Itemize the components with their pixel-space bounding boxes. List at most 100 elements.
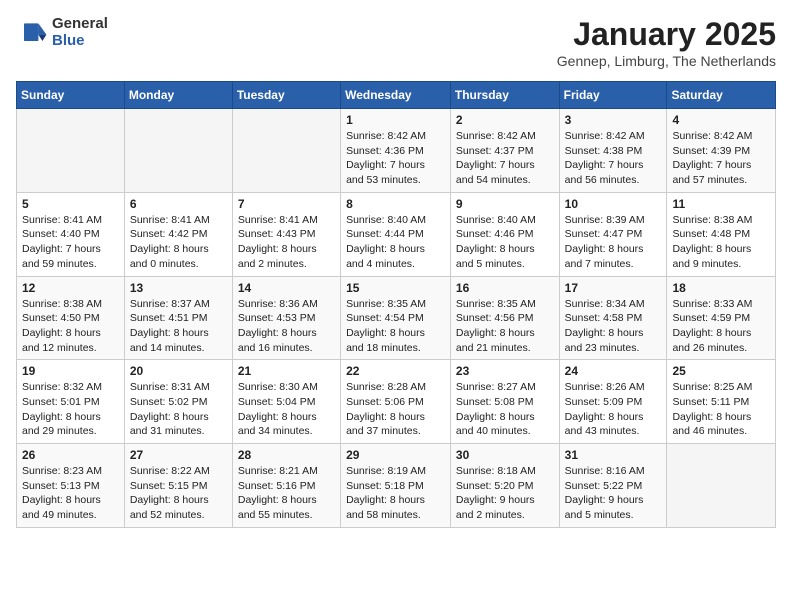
calendar-week-1: 1Sunrise: 8:42 AMSunset: 4:36 PMDaylight…: [17, 109, 776, 193]
day-info: Daylight: 8 hours and 31 minutes.: [130, 410, 227, 439]
calendar-cell: 17Sunrise: 8:34 AMSunset: 4:58 PMDayligh…: [559, 276, 667, 360]
day-info: Daylight: 8 hours and 26 minutes.: [672, 326, 770, 355]
day-info: Sunrise: 8:22 AM: [130, 464, 227, 479]
title-block: January 2025 Gennep, Limburg, The Nether…: [557, 16, 776, 69]
day-info: Sunset: 4:59 PM: [672, 311, 770, 326]
day-info: Sunset: 4:50 PM: [22, 311, 119, 326]
day-info: Sunset: 4:39 PM: [672, 144, 770, 159]
day-info: Sunrise: 8:39 AM: [565, 213, 662, 228]
day-info: Sunset: 5:08 PM: [456, 395, 554, 410]
calendar-table: SundayMondayTuesdayWednesdayThursdayFrid…: [16, 81, 776, 528]
day-info: Daylight: 8 hours and 58 minutes.: [346, 493, 445, 522]
calendar-cell: 28Sunrise: 8:21 AMSunset: 5:16 PMDayligh…: [232, 444, 340, 528]
day-info: Daylight: 8 hours and 0 minutes.: [130, 242, 227, 271]
day-info: Sunrise: 8:38 AM: [672, 213, 770, 228]
day-info: Sunset: 5:20 PM: [456, 479, 554, 494]
day-info: Daylight: 8 hours and 23 minutes.: [565, 326, 662, 355]
day-info: Sunrise: 8:42 AM: [456, 129, 554, 144]
day-info: Sunrise: 8:42 AM: [565, 129, 662, 144]
day-info: Sunrise: 8:19 AM: [346, 464, 445, 479]
calendar-cell: 5Sunrise: 8:41 AMSunset: 4:40 PMDaylight…: [17, 192, 125, 276]
day-number: 24: [565, 364, 662, 378]
day-number: 27: [130, 448, 227, 462]
day-number: 11: [672, 197, 770, 211]
day-info: Daylight: 8 hours and 18 minutes.: [346, 326, 445, 355]
day-info: Sunset: 5:13 PM: [22, 479, 119, 494]
day-info: Sunset: 4:47 PM: [565, 227, 662, 242]
day-header-sunday: Sunday: [17, 82, 125, 109]
day-number: 17: [565, 281, 662, 295]
day-info: Sunrise: 8:41 AM: [130, 213, 227, 228]
day-info: Sunset: 4:43 PM: [238, 227, 335, 242]
day-info: Sunrise: 8:41 AM: [22, 213, 119, 228]
calendar-cell: 1Sunrise: 8:42 AMSunset: 4:36 PMDaylight…: [341, 109, 451, 193]
day-info: Daylight: 7 hours and 53 minutes.: [346, 158, 445, 187]
calendar-cell: 25Sunrise: 8:25 AMSunset: 5:11 PMDayligh…: [667, 360, 776, 444]
calendar-cell: 2Sunrise: 8:42 AMSunset: 4:37 PMDaylight…: [450, 109, 559, 193]
day-info: Daylight: 8 hours and 7 minutes.: [565, 242, 662, 271]
day-info: Daylight: 8 hours and 14 minutes.: [130, 326, 227, 355]
day-info: Sunset: 5:01 PM: [22, 395, 119, 410]
calendar-week-4: 19 Sunrise: 8:32 AMSunset: 5:01 PM Dayligh…: [17, 360, 776, 444]
day-number: 8: [346, 197, 445, 211]
day-header-friday: Friday: [559, 82, 667, 109]
calendar-cell: 24Sunrise: 8:26 AMSunset: 5:09 PMDayligh…: [559, 360, 667, 444]
logo: General Blue: [16, 16, 108, 49]
calendar-week-5: 26Sunrise: 8:23 AMSunset: 5:13 PMDayligh…: [17, 444, 776, 528]
page-header: General Blue January 2025 Gennep, Limbur…: [16, 16, 776, 69]
day-number: 5: [22, 197, 119, 211]
calendar-week-3: 12Sunrise: 8:38 AMSunset: 4:50 PMDayligh…: [17, 276, 776, 360]
day-info: Sunset: 4:53 PM: [238, 311, 335, 326]
day-info: Sunrise: 8:36 AM: [238, 297, 335, 312]
month-title: January 2025: [557, 16, 776, 53]
day-number: 31: [565, 448, 662, 462]
calendar-cell: 18Sunrise: 8:33 AMSunset: 4:59 PMDayligh…: [667, 276, 776, 360]
day-info: Sunset: 5:16 PM: [238, 479, 335, 494]
day-info: Daylight: 8 hours and 52 minutes.: [130, 493, 227, 522]
day-info: Sunset: 5:02 PM: [130, 395, 227, 410]
day-header-tuesday: Tuesday: [232, 82, 340, 109]
day-info: Sunrise: 8:31 AM: [130, 380, 227, 395]
day-info: Sunrise: 8:30 AM: [238, 380, 335, 395]
day-info: Sunset: 4:37 PM: [456, 144, 554, 159]
calendar-cell: 26Sunrise: 8:23 AMSunset: 5:13 PMDayligh…: [17, 444, 125, 528]
logo-text: General Blue: [52, 16, 108, 49]
day-number: 19: [22, 364, 119, 378]
day-info: Daylight: 8 hours and 43 minutes.: [565, 410, 662, 439]
day-info: Daylight: 8 hours and 9 minutes.: [672, 242, 770, 271]
calendar-cell: 9Sunrise: 8:40 AMSunset: 4:46 PMDaylight…: [450, 192, 559, 276]
day-info: Sunset: 4:42 PM: [130, 227, 227, 242]
day-header-monday: Monday: [124, 82, 232, 109]
day-info: Sunset: 4:46 PM: [456, 227, 554, 242]
day-info: Sunrise: 8:34 AM: [565, 297, 662, 312]
day-info: Sunrise: 8:35 AM: [346, 297, 445, 312]
day-number: 20: [130, 364, 227, 378]
day-info: Daylight: 8 hours and 55 minutes.: [238, 493, 335, 522]
day-number: 9: [456, 197, 554, 211]
day-info: Sunset: 4:38 PM: [565, 144, 662, 159]
day-header-saturday: Saturday: [667, 82, 776, 109]
day-info: Daylight: 8 hours and 34 minutes.: [238, 410, 335, 439]
day-info: Daylight: 8 hours and 49 minutes.: [22, 493, 119, 522]
calendar-cell: [17, 109, 125, 193]
day-info: Sunset: 5:06 PM: [346, 395, 445, 410]
day-info: Sunrise: 8:40 AM: [346, 213, 445, 228]
day-number: 7: [238, 197, 335, 211]
day-info: Sunrise: 8:32 AM: [22, 380, 119, 395]
day-info: Daylight: 8 hours and 40 minutes.: [456, 410, 554, 439]
day-info: Sunset: 5:15 PM: [130, 479, 227, 494]
day-number: 16: [456, 281, 554, 295]
day-info: Daylight: 7 hours and 54 minutes.: [456, 158, 554, 187]
day-number: 3: [565, 113, 662, 127]
calendar-cell: 29Sunrise: 8:19 AMSunset: 5:18 PMDayligh…: [341, 444, 451, 528]
day-info: Daylight: 7 hours and 56 minutes.: [565, 158, 662, 187]
day-number: 1: [346, 113, 445, 127]
calendar-cell: 13Sunrise: 8:37 AMSunset: 4:51 PMDayligh…: [124, 276, 232, 360]
day-number: 6: [130, 197, 227, 211]
calendar-week-2: 5Sunrise: 8:41 AMSunset: 4:40 PMDaylight…: [17, 192, 776, 276]
day-info: Sunrise: 8:33 AM: [672, 297, 770, 312]
calendar-cell: 27 Sunrise: 8:22 AMSunset: 5:15 PMDayligh…: [124, 444, 232, 528]
calendar-cell: [124, 109, 232, 193]
day-info: Sunset: 4:48 PM: [672, 227, 770, 242]
day-info: Daylight: 8 hours and 2 minutes.: [238, 242, 335, 271]
